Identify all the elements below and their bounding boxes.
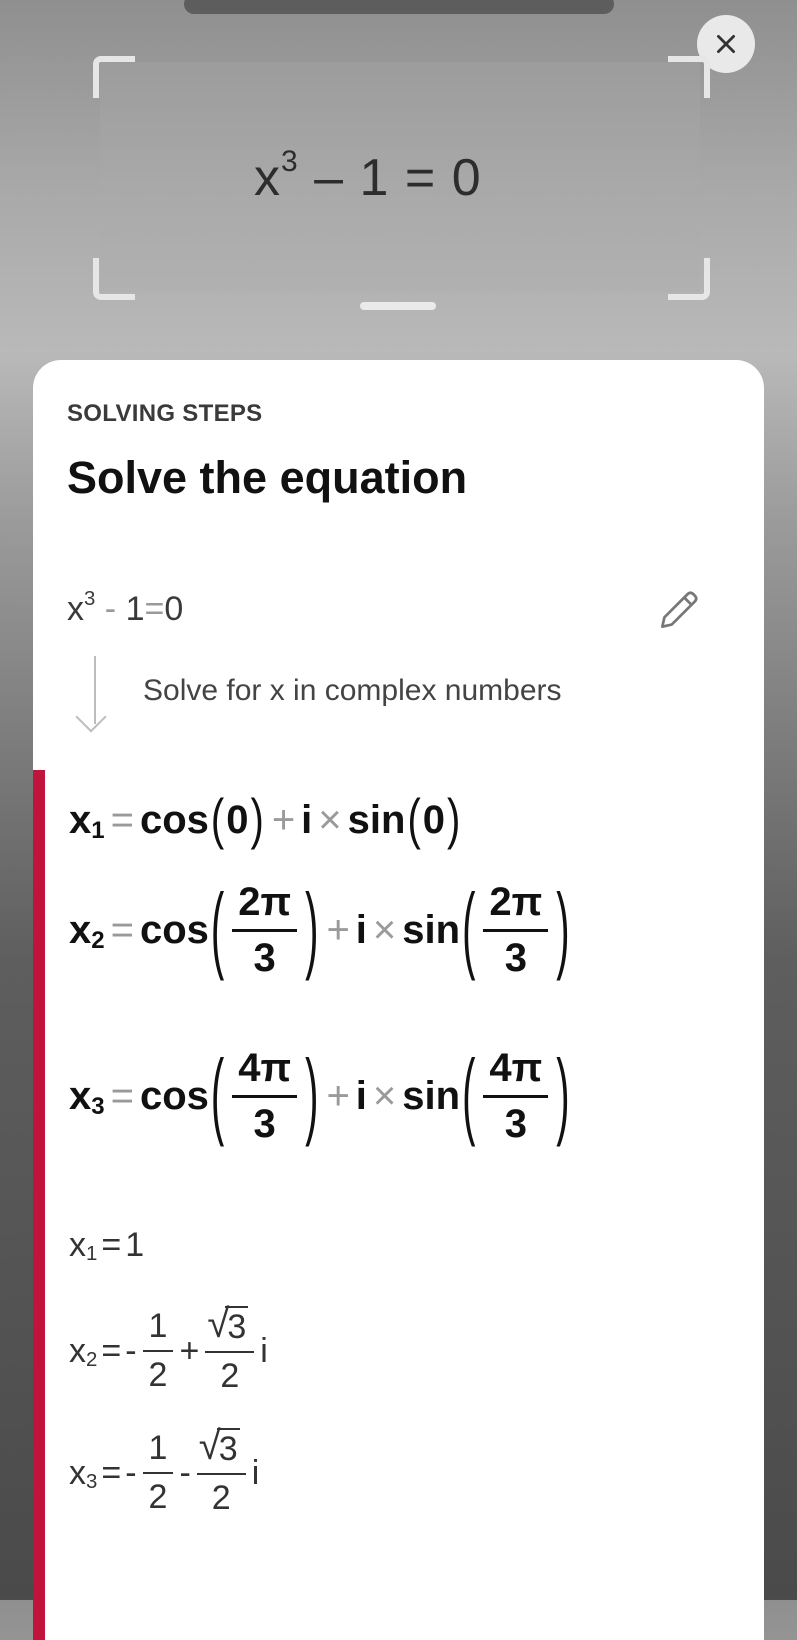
step-equation-x3: x3 = cos ( 4π 3 ) + i × sin ( 4π 3 ) xyxy=(69,1042,570,1149)
step-accent-bar xyxy=(33,770,45,1640)
pencil-icon xyxy=(660,591,698,629)
scanned-equation: x3 – 1 = 0 xyxy=(254,144,482,207)
section-label: SOLVING STEPS xyxy=(67,400,263,427)
close-icon xyxy=(717,35,735,53)
solving-steps-sheet: SOLVING STEPS Solve the equation x3 - 1=… xyxy=(33,360,764,1640)
step-equation-x1: x1 = cos (0) + i × sin (0) xyxy=(69,789,461,851)
page-title: Solve the equation xyxy=(67,452,468,503)
edit-equation-button[interactable] xyxy=(651,582,707,638)
original-equation: x3 - 1=0 xyxy=(67,587,184,628)
result-x3: x3 = - 12 - 32 i xyxy=(69,1424,259,1518)
step-description[interactable]: Solve for x in complex numbers xyxy=(143,674,562,708)
scan-frame-corner-top-right xyxy=(668,56,710,98)
result-x1: x1 = 1 xyxy=(69,1226,145,1266)
result-x2: x2 = - 12 + 32 i xyxy=(69,1302,268,1396)
scan-frame-corner-top-left xyxy=(93,56,135,98)
scan-frame-corner-bottom-left xyxy=(93,258,135,300)
sheet-drag-handle[interactable] xyxy=(360,302,436,310)
scan-frame-corner-bottom-right xyxy=(668,258,710,300)
arrow-down-icon xyxy=(75,701,107,733)
top-status-pill xyxy=(184,0,614,14)
step-equation-x2: x2 = cos ( 2π 3 ) + i × sin ( 2π 3 ) xyxy=(69,876,570,983)
